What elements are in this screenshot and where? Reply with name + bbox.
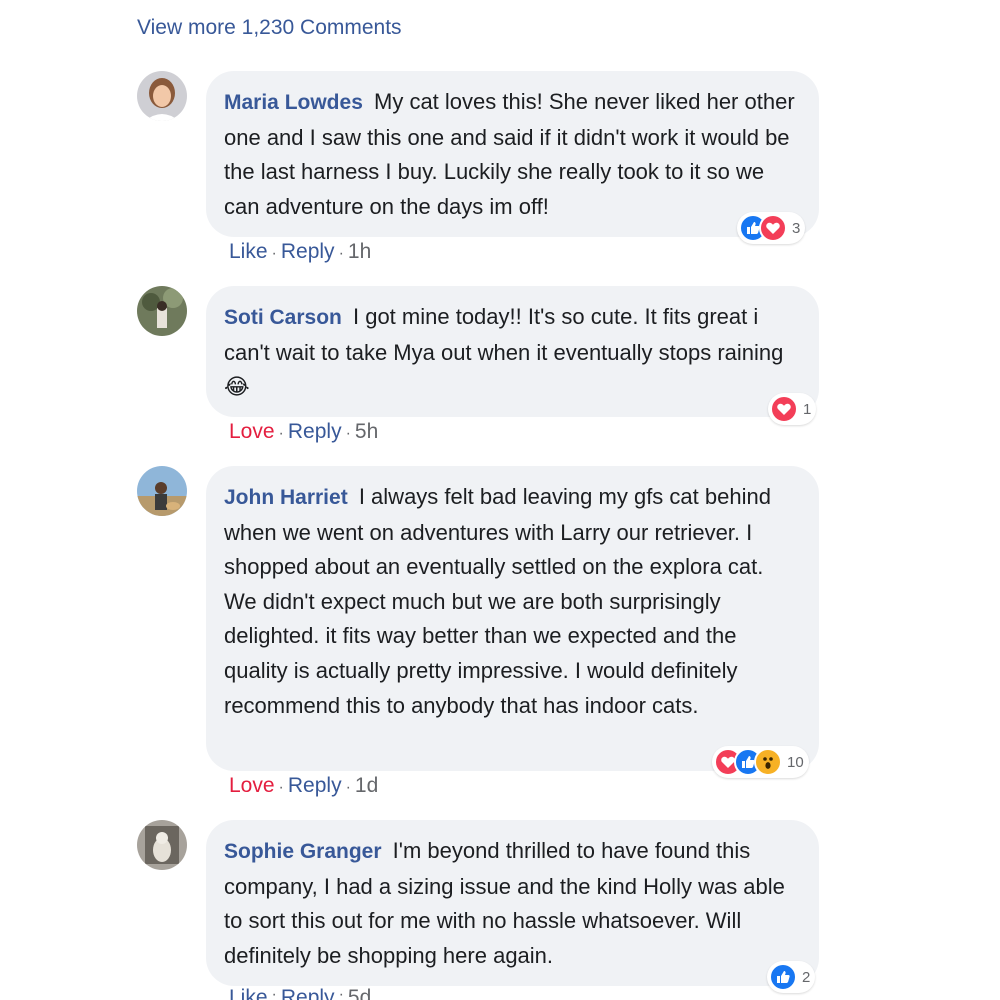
love-icon <box>770 395 798 423</box>
comment-timestamp[interactable]: 1d <box>355 774 378 798</box>
comment-actions: Like · Reply · 5d <box>229 986 371 1000</box>
like-icon <box>769 963 797 991</box>
avatar[interactable] <box>137 820 187 870</box>
reply-button[interactable]: Reply <box>288 774 342 798</box>
separator-dot: · <box>271 245 277 262</box>
avatar[interactable] <box>137 286 187 336</box>
separator-dot: · <box>271 986 277 1000</box>
like-button[interactable]: Like <box>229 240 268 264</box>
comment-author[interactable]: Sophie Granger <box>224 840 382 863</box>
separator-dot: · <box>278 779 284 796</box>
reaction-count: 10 <box>787 753 804 771</box>
reaction-count: 1 <box>803 400 812 418</box>
wow-icon <box>754 748 782 776</box>
love-button[interactable]: Love <box>229 420 275 444</box>
like-button[interactable]: Like <box>229 986 268 1000</box>
comment-text: I always felt bad leaving my gfs cat beh… <box>224 484 771 718</box>
separator-dot: · <box>345 425 351 442</box>
separator-dot: · <box>345 779 351 796</box>
comment-bubble: Soti Carson I got mine today!! It's so c… <box>206 286 819 417</box>
separator-dot: · <box>338 245 344 262</box>
reply-button[interactable]: Reply <box>288 420 342 444</box>
reply-button[interactable]: Reply <box>281 986 335 1000</box>
reply-button[interactable]: Reply <box>281 240 335 264</box>
comment-actions: Love · Reply · 1d <box>229 774 378 798</box>
separator-dot: · <box>338 986 344 1000</box>
reaction-count: 3 <box>792 219 801 237</box>
avatar[interactable] <box>137 71 187 121</box>
view-more-comments-link[interactable]: View more 1,230 Comments <box>137 16 402 40</box>
reaction-summary[interactable]: 2 <box>767 961 816 993</box>
reaction-count: 2 <box>802 968 811 986</box>
reaction-summary[interactable]: 3 <box>737 212 806 244</box>
reaction-summary[interactable]: 10 <box>712 746 809 778</box>
comment-author[interactable]: Soti Carson <box>224 306 342 329</box>
comment-timestamp[interactable]: 5d <box>348 986 371 1000</box>
comment-bubble: Sophie Granger I'm beyond thrilled to ha… <box>206 820 819 986</box>
avatar[interactable] <box>137 466 187 516</box>
comment-timestamp[interactable]: 5h <box>355 420 378 444</box>
comment-author[interactable]: John Harriet <box>224 486 348 509</box>
comment-actions: Like · Reply · 1h <box>229 240 371 264</box>
comment-author[interactable]: Maria Lowdes <box>224 91 363 114</box>
love-icon <box>759 214 787 242</box>
reaction-summary[interactable]: 1 <box>768 393 817 425</box>
separator-dot: · <box>278 425 284 442</box>
comment-actions: Love · Reply · 5h <box>229 420 378 444</box>
comment-bubble: John Harriet I always felt bad leaving m… <box>206 466 819 771</box>
comment-timestamp[interactable]: 1h <box>348 240 371 264</box>
comment-bubble: Maria Lowdes My cat loves this! She neve… <box>206 71 819 237</box>
love-button[interactable]: Love <box>229 774 275 798</box>
